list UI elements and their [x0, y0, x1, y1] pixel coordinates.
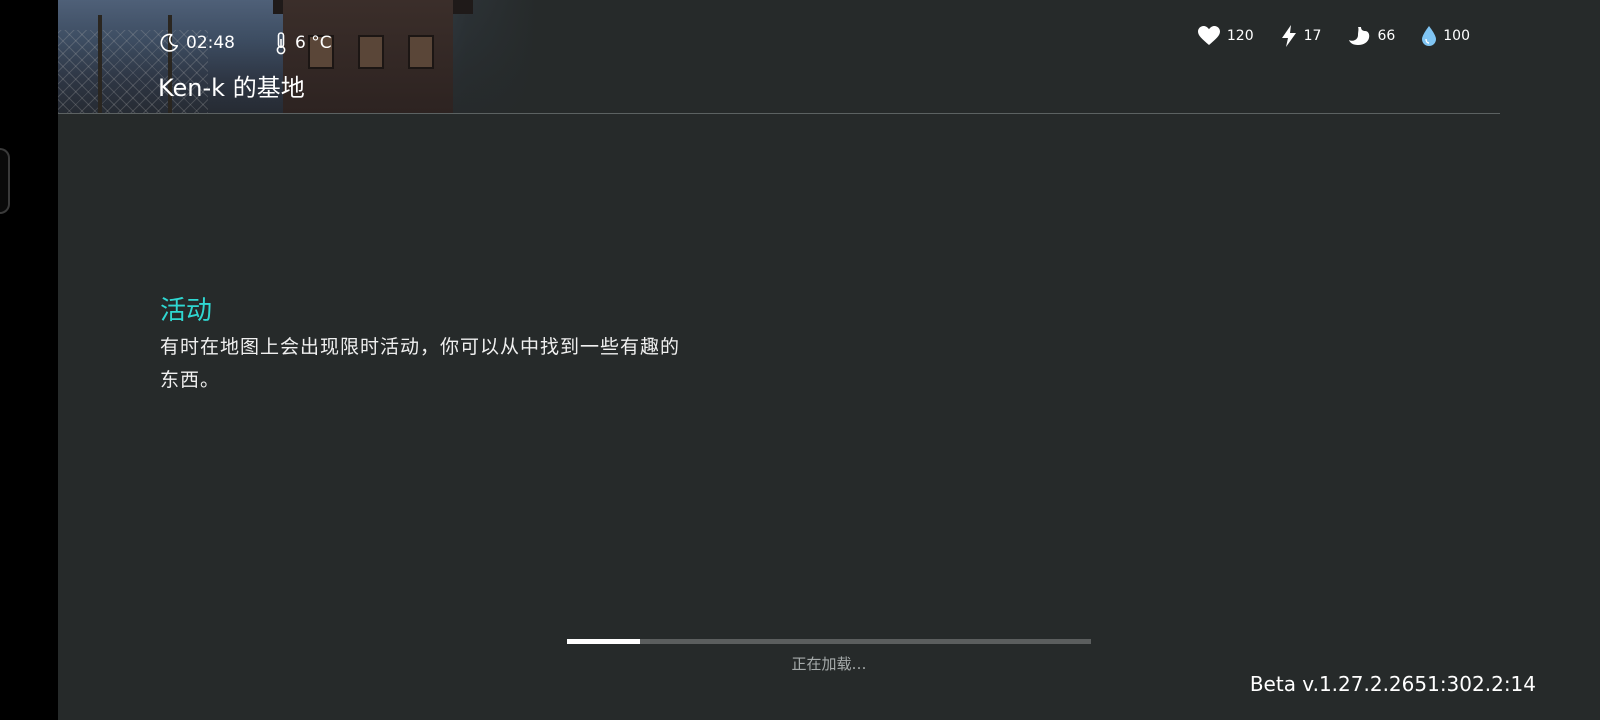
- base-info: 02:48 6 °C Ken-k 的基地: [158, 28, 370, 103]
- version-label: Beta v.1.27.2.2651:302.2:14: [1249, 672, 1536, 696]
- health-stat: 120: [1197, 25, 1254, 47]
- time-display: 02:48: [158, 32, 235, 54]
- device-bezel: [0, 0, 58, 720]
- time-value: 02:48: [186, 33, 235, 53]
- water-drop-icon: [1422, 26, 1437, 46]
- fence-post: [98, 15, 102, 113]
- lightning-icon: [1281, 25, 1296, 47]
- heart-icon: [1197, 26, 1220, 45]
- loading-progress-fill: [567, 639, 641, 644]
- status-row: 02:48 6 °C: [158, 28, 370, 58]
- stomach-icon: [1349, 27, 1370, 45]
- moon-icon: [160, 33, 179, 52]
- loading-progress-bar: [567, 639, 1091, 644]
- base-title: Ken-k 的基地: [158, 74, 305, 102]
- temperature-display: 6 °C: [273, 31, 332, 55]
- food-value: 66: [1377, 28, 1396, 44]
- energy-stat: 17: [1280, 24, 1322, 48]
- health-value: 120: [1226, 28, 1254, 44]
- water-value: 100: [1443, 28, 1470, 44]
- tip-title: 活动: [160, 296, 213, 326]
- thermometer-icon: [276, 32, 286, 55]
- water-stat: 100: [1421, 25, 1470, 47]
- game-screen: 02:48 6 °C Ken-k 的基地 120 17 66 100 活动 有时…: [0, 0, 1600, 720]
- loading-label: 正在加载…: [791, 655, 867, 673]
- loading-screen: 02:48 6 °C Ken-k 的基地 120 17 66 100 活动 有时…: [58, 0, 1600, 720]
- house-window: [408, 35, 434, 69]
- tip-body: 有时在地图上会出现限时活动，你可以从中找到一些有趣的东西。: [160, 336, 681, 391]
- loading-tip: 活动 有时在地图上会出现限时活动，你可以从中找到一些有趣的东西。: [160, 290, 680, 397]
- food-stat: 66: [1347, 25, 1395, 47]
- header-divider: [58, 113, 1500, 114]
- camera-cutout: [0, 148, 10, 214]
- temperature-value: 6 °C: [295, 33, 332, 53]
- energy-value: 17: [1303, 28, 1322, 44]
- vitals-bar: 120 17 66 100: [1171, 22, 1470, 50]
